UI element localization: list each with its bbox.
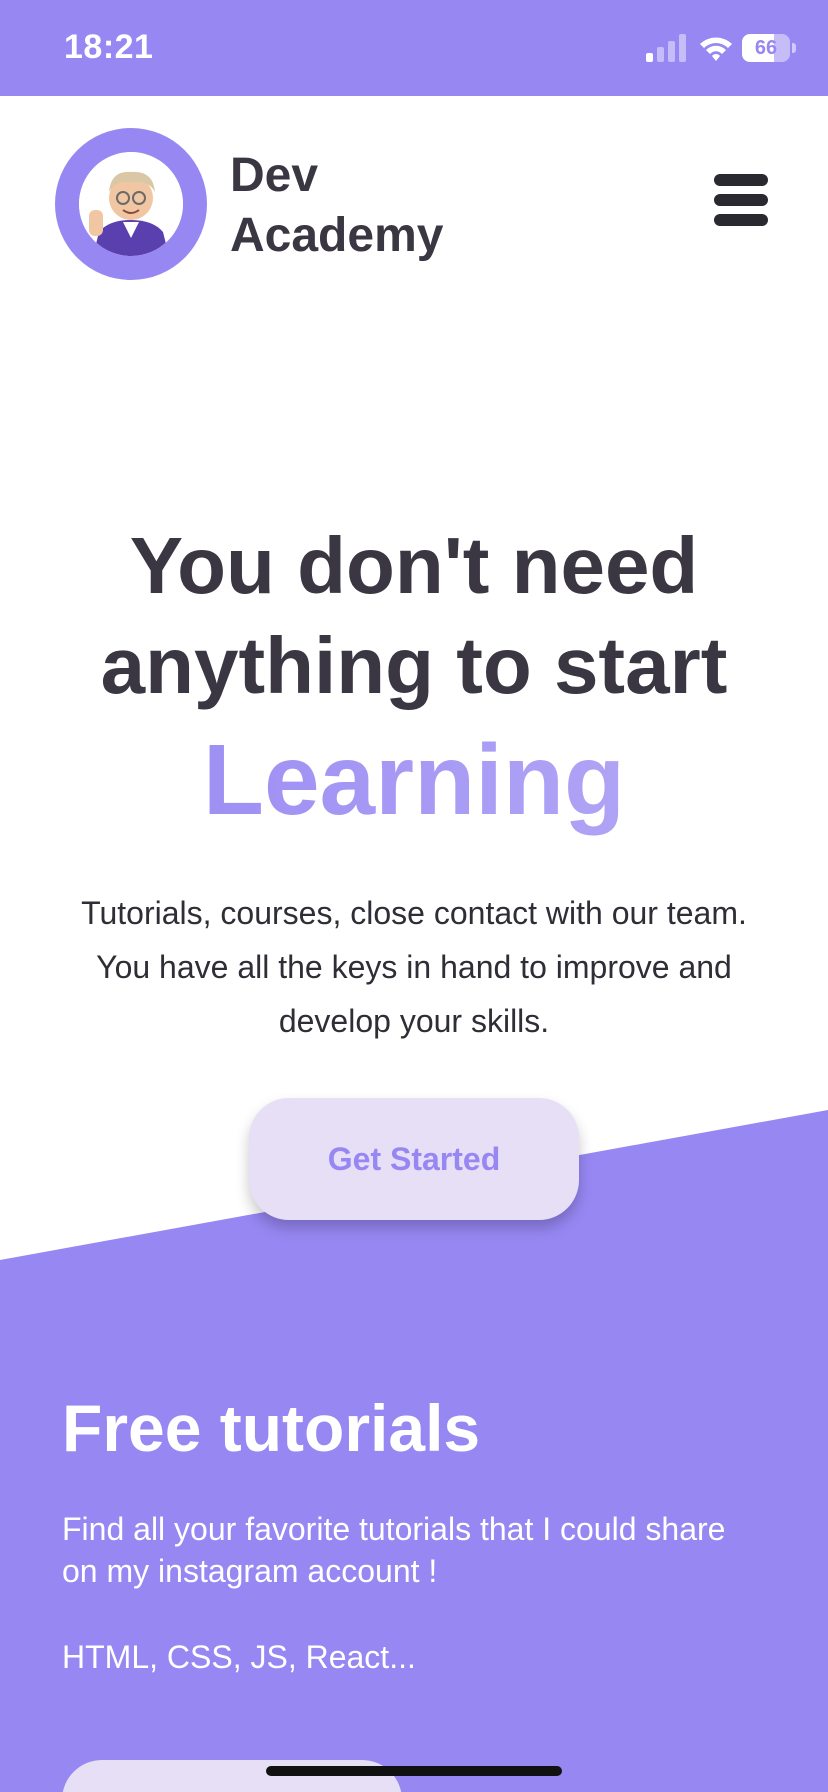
battery-level: 66 [754, 37, 778, 59]
brand-line-2: Academy [230, 209, 444, 262]
hero-highlight-word: Learning [20, 720, 808, 840]
hamburger-menu-icon[interactable] [714, 174, 768, 226]
get-started-button[interactable]: Get Started [249, 1098, 579, 1220]
brand-name[interactable]: Dev Academy [230, 146, 443, 266]
hero-title-line-2: anything to start [100, 621, 728, 710]
memoji-avatar [79, 152, 183, 256]
signal-icon [646, 34, 686, 62]
tutorials-button[interactable] [62, 1760, 402, 1792]
brand-line-1: Dev [230, 149, 319, 202]
battery-icon: 66 [742, 34, 798, 62]
tutorials-tags: HTML, CSS, JS, React... [62, 1639, 416, 1675]
tutorials-title: Free tutorials [62, 1391, 481, 1465]
status-bar: 18:21 66 [0, 0, 828, 96]
avatar[interactable] [55, 128, 207, 280]
status-time: 18:21 [64, 28, 154, 66]
hero-title-line-1: You don't need [129, 521, 699, 610]
wifi-icon [700, 37, 732, 61]
site-header: Dev Academy [0, 96, 828, 280]
hero-description: Tutorials, courses, close contact with o… [81, 895, 747, 1039]
hero-title: You don't need anything to start [20, 516, 808, 716]
home-indicator[interactable] [266, 1766, 562, 1776]
tutorials-description: Find all your favorite tutorials that I … [62, 1511, 726, 1589]
avatar-illustration [79, 152, 183, 256]
